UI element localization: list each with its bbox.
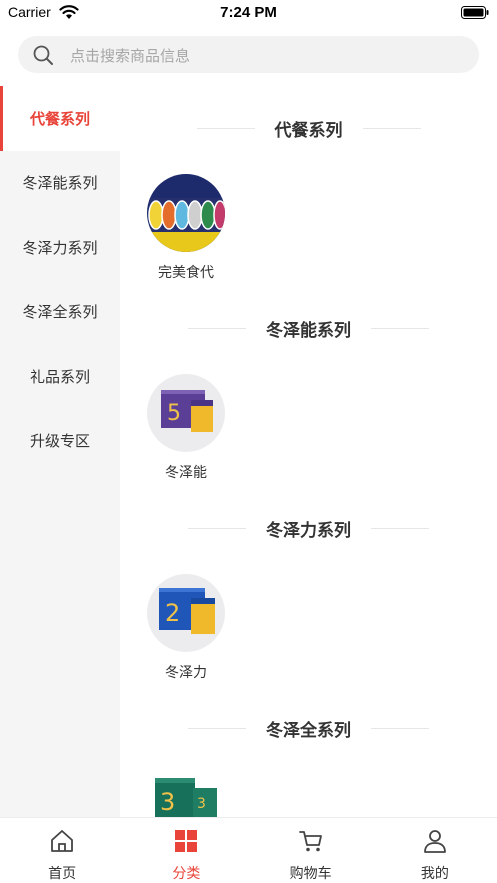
tab-label: 首页 bbox=[48, 866, 77, 882]
section-title: 冬泽全系列 bbox=[266, 720, 351, 741]
home-icon bbox=[51, 830, 74, 852]
sidebar-item-dongzeneng[interactable]: 冬泽能系列 bbox=[0, 151, 120, 216]
sidebar-item-label: 冬泽能系列 bbox=[22, 174, 98, 193]
svg-text:3: 3 bbox=[197, 796, 206, 812]
product-box-5-image: 5 bbox=[147, 374, 225, 452]
tab-bar: 首页 分类 购物车 我的 bbox=[0, 817, 497, 883]
user-icon bbox=[423, 830, 446, 853]
category-section: 代餐系列 完美食代 bbox=[120, 86, 497, 286]
status-bar: Carrier 7:24 PM bbox=[0, 0, 497, 26]
tab-mine[interactable]: 我的 bbox=[373, 818, 497, 883]
section-header: 代餐系列 bbox=[120, 116, 497, 141]
divider bbox=[371, 327, 429, 329]
sidebar-item-gifts[interactable]: 礼品系列 bbox=[0, 344, 120, 409]
category-content: 代餐系列 完美食代 冬泽能系列 5 冬泽能 冬泽力系列 2 冬泽力 冬泽全系列 … bbox=[120, 86, 497, 817]
category-section: 冬泽力系列 2 冬泽力 bbox=[120, 486, 497, 686]
product-box-3-image: 3 3 bbox=[147, 774, 225, 817]
divider bbox=[188, 327, 246, 329]
search-placeholder: 点击搜索商品信息 bbox=[70, 47, 191, 65]
tab-label: 购物车 bbox=[289, 866, 332, 882]
meal-replacement-package-image bbox=[147, 174, 225, 252]
section-header: 冬泽全系列 bbox=[120, 716, 497, 741]
section-title: 冬泽能系列 bbox=[266, 320, 351, 341]
divider bbox=[371, 527, 429, 529]
sidebar-item-label: 礼品系列 bbox=[29, 367, 90, 386]
tab-label: 我的 bbox=[420, 866, 449, 882]
section-title: 冬泽力系列 bbox=[266, 520, 351, 541]
category-grid-icon bbox=[175, 830, 198, 852]
cart-icon bbox=[298, 831, 322, 852]
sidebar-item-upgrade[interactable]: 升级专区 bbox=[0, 409, 120, 474]
tab-home[interactable]: 首页 bbox=[0, 818, 124, 883]
search-input[interactable]: 点击搜索商品信息 bbox=[18, 36, 479, 73]
sidebar-item-meal-replacement[interactable]: 代餐系列 bbox=[0, 86, 120, 151]
divider bbox=[196, 127, 255, 129]
tab-label: 分类 bbox=[172, 866, 201, 882]
clock: 7:24 PM bbox=[220, 4, 277, 21]
divider bbox=[188, 727, 246, 729]
product-box-2-image: 2 bbox=[147, 574, 225, 652]
sidebar-item-label: 冬泽全系列 bbox=[22, 303, 98, 322]
sidebar-item-label: 代餐系列 bbox=[29, 109, 90, 128]
sidebar-item-label: 升级专区 bbox=[29, 432, 90, 451]
product-name: 完美食代 bbox=[158, 265, 214, 281]
sidebar-item-dongzequan[interactable]: 冬泽全系列 bbox=[0, 280, 120, 345]
svg-text:5: 5 bbox=[167, 401, 181, 426]
section-title: 代餐系列 bbox=[274, 120, 343, 141]
category-section: 冬泽能系列 5 冬泽能 bbox=[120, 286, 497, 486]
product-name: 冬泽力 bbox=[165, 665, 207, 681]
category-sidebar: 代餐系列 冬泽能系列 冬泽力系列 冬泽全系列 礼品系列 升级专区 bbox=[0, 86, 120, 817]
product-item[interactable]: 5 冬泽能 bbox=[146, 374, 226, 482]
tab-cart[interactable]: 购物车 bbox=[249, 818, 373, 883]
divider bbox=[188, 527, 246, 529]
svg-text:2: 2 bbox=[165, 599, 180, 627]
product-name: 冬泽能 bbox=[165, 465, 207, 481]
category-section: 冬泽全系列 3 3 bbox=[120, 686, 497, 817]
sidebar-item-label: 冬泽力系列 bbox=[22, 238, 98, 257]
divider bbox=[362, 127, 421, 129]
battery-icon bbox=[461, 6, 489, 19]
product-item[interactable]: 3 3 bbox=[146, 774, 226, 817]
sidebar-item-dongzeli[interactable]: 冬泽力系列 bbox=[0, 215, 120, 280]
section-header: 冬泽能系列 bbox=[120, 316, 497, 341]
search-icon bbox=[33, 45, 53, 65]
product-item[interactable]: 完美食代 bbox=[146, 174, 226, 282]
section-header: 冬泽力系列 bbox=[120, 516, 497, 541]
product-item[interactable]: 2 冬泽力 bbox=[146, 574, 226, 682]
tab-category[interactable]: 分类 bbox=[124, 818, 248, 883]
svg-text:3: 3 bbox=[160, 788, 175, 816]
divider bbox=[371, 727, 429, 729]
